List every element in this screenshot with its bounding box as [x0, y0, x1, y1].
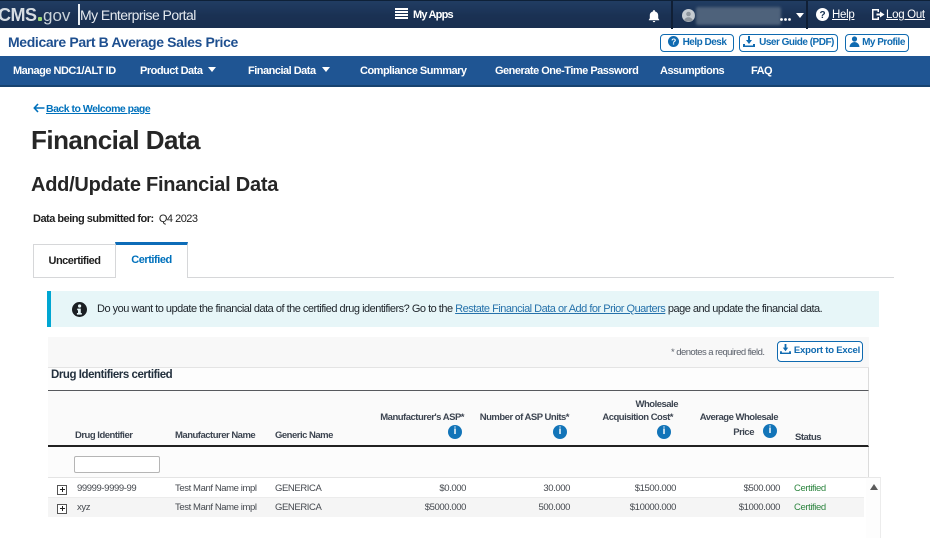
svg-text:?: ?: [819, 10, 825, 21]
svg-text:?: ?: [671, 36, 676, 46]
